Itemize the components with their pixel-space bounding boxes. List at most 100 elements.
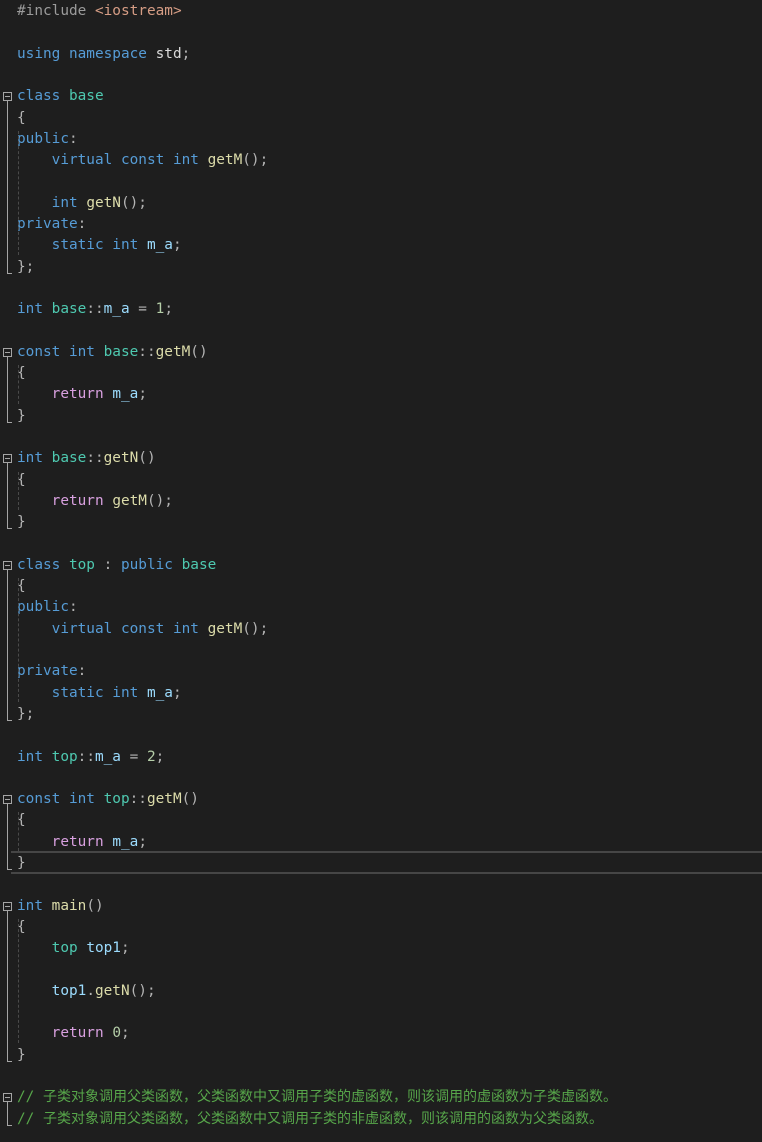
code-line[interactable] xyxy=(0,427,762,448)
code-text: int getN(); xyxy=(17,193,147,214)
code-line[interactable] xyxy=(0,640,762,661)
code-line[interactable] xyxy=(0,768,762,789)
code-line[interactable]: static int m_a; xyxy=(0,683,762,704)
code-line[interactable]: static int m_a; xyxy=(0,235,762,256)
code-line[interactable]: int getN(); xyxy=(0,193,762,214)
code-line[interactable]: int base::m_a = 1; xyxy=(0,299,762,320)
code-line[interactable]: return 0; xyxy=(0,1023,762,1044)
code-line[interactable] xyxy=(0,1066,762,1087)
code-line[interactable] xyxy=(0,65,762,86)
code-token: class xyxy=(17,88,69,105)
code-line[interactable]: { xyxy=(0,917,762,938)
code-line[interactable]: return m_a; xyxy=(0,384,762,405)
code-token: return xyxy=(51,833,113,850)
code-token: m_a xyxy=(94,748,121,765)
indent-guide xyxy=(18,365,19,404)
code-text: virtual const int getM(); xyxy=(17,619,269,640)
code-line[interactable]: class base xyxy=(0,86,762,107)
code-token: using namespace xyxy=(17,45,156,62)
code-line[interactable]: private: xyxy=(0,214,762,235)
code-line[interactable] xyxy=(0,874,762,895)
code-token: getM xyxy=(207,152,243,169)
code-line[interactable]: top top1; xyxy=(0,938,762,959)
code-token: virtual const int xyxy=(51,620,208,637)
code-token: top1 xyxy=(86,940,121,957)
code-token: getN xyxy=(103,450,139,467)
code-line[interactable] xyxy=(0,1002,762,1023)
code-line[interactable]: using namespace std; xyxy=(0,44,762,65)
code-token: getM xyxy=(207,620,243,637)
fold-toggle-icon[interactable] xyxy=(3,560,12,570)
indent-guide xyxy=(18,578,19,702)
fold-toggle-icon[interactable] xyxy=(3,347,12,357)
code-line[interactable]: public: xyxy=(0,597,762,618)
code-token: m_a xyxy=(103,301,130,318)
fold-range-line xyxy=(7,463,8,529)
code-line[interactable]: int main() xyxy=(0,896,762,917)
code-line[interactable]: const int base::getM() xyxy=(0,342,762,363)
code-line[interactable]: virtual const int getM(); xyxy=(0,619,762,640)
code-token: int xyxy=(17,748,52,765)
code-line[interactable]: { xyxy=(0,108,762,129)
code-text: } xyxy=(17,406,26,427)
code-line[interactable]: // 子类对象调用父类函数，父类函数中又调用子类的虚函数，则该调用的虚函数为子类… xyxy=(0,1087,762,1108)
code-token: getM xyxy=(155,343,191,360)
code-line[interactable] xyxy=(0,321,762,342)
code-line[interactable]: }; xyxy=(0,704,762,725)
code-line[interactable] xyxy=(0,278,762,299)
code-line[interactable]: top1.getN(); xyxy=(0,981,762,1002)
code-line[interactable] xyxy=(0,960,762,981)
code-line[interactable]: return getM(); xyxy=(0,491,762,512)
fold-toggle-icon[interactable] xyxy=(3,454,12,464)
code-line[interactable]: virtual const int getM(); xyxy=(0,150,762,171)
code-line[interactable]: private: xyxy=(0,661,762,682)
code-token: top1 xyxy=(51,982,87,999)
code-token: () xyxy=(181,791,199,808)
code-line[interactable]: { xyxy=(0,363,762,384)
code-token: . xyxy=(86,982,95,999)
code-token: ; xyxy=(120,940,130,957)
code-text: const int base::getM() xyxy=(17,342,208,363)
code-token: } xyxy=(17,407,26,424)
code-line[interactable] xyxy=(0,171,762,192)
fold-range-end xyxy=(7,528,12,530)
fold-toggle-icon[interactable] xyxy=(3,92,12,102)
fold-toggle-icon[interactable] xyxy=(3,795,12,805)
code-line[interactable]: { xyxy=(0,470,762,491)
fold-toggle-icon[interactable] xyxy=(3,901,12,911)
code-line[interactable]: int base::getN() xyxy=(0,448,762,469)
code-line[interactable]: } xyxy=(0,512,762,533)
code-line[interactable]: const int top::getM() xyxy=(0,789,762,810)
code-token: public xyxy=(17,599,69,616)
code-line[interactable] xyxy=(0,725,762,746)
fold-toggle-icon[interactable] xyxy=(3,1093,12,1103)
code-token: private xyxy=(17,663,78,680)
code-text: top1.getN(); xyxy=(17,981,156,1002)
code-token: int xyxy=(17,301,52,318)
code-line[interactable]: class top : public base xyxy=(0,555,762,576)
code-line[interactable]: // 子类对象调用父类函数，父类函数中又调用子类的非虚函数，则该调用的函数为父类… xyxy=(0,1109,762,1130)
code-line[interactable] xyxy=(0,534,762,555)
code-token: m_a xyxy=(146,684,173,701)
code-line[interactable]: { xyxy=(0,576,762,597)
code-line[interactable]: public: xyxy=(0,129,762,150)
indent-guide xyxy=(18,918,19,1043)
code-line[interactable]: }; xyxy=(0,257,762,278)
code-line[interactable]: return m_a; xyxy=(0,832,762,853)
code-editor[interactable]: #include <iostream> using namespace std; c… xyxy=(0,0,762,1142)
code-token: }; xyxy=(17,258,35,275)
code-line[interactable]: } xyxy=(0,1045,762,1066)
code-line[interactable]: #include <iostream> xyxy=(0,1,762,22)
code-token: std xyxy=(155,45,182,62)
code-token: public xyxy=(17,130,69,147)
code-line[interactable]: } xyxy=(0,406,762,427)
code-text: } xyxy=(17,1045,26,1066)
code-line[interactable]: { xyxy=(0,810,762,831)
code-line[interactable] xyxy=(0,22,762,43)
code-text: return 0; xyxy=(17,1023,130,1044)
code-line[interactable]: int top::m_a = 2; xyxy=(0,747,762,768)
